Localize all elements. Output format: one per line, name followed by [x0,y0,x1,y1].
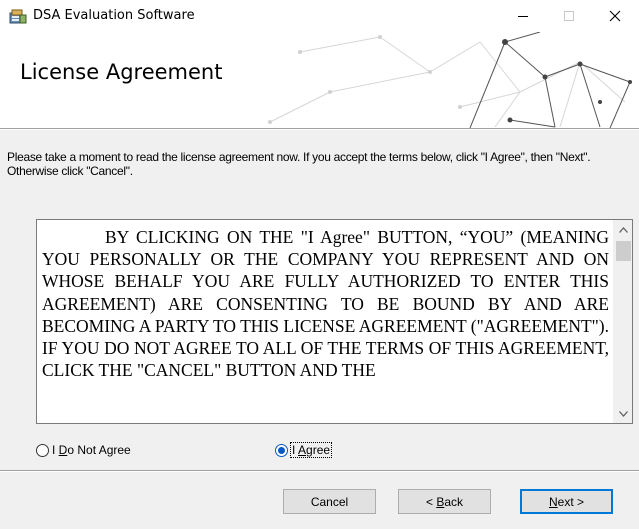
label-rest: gree [306,443,331,457]
chevron-down-icon [619,410,628,417]
chevron-up-icon [619,226,628,233]
label-rest: ack [444,494,464,509]
title-bar[interactable]: DSA Evaluation Software [0,0,639,32]
back-label: < Back [426,495,463,509]
footer-divider [0,470,639,472]
i-do-not-agree-radio[interactable]: I Do Not Agree [36,441,131,459]
radio-unselected-icon [36,443,49,457]
minimize-icon [518,16,528,17]
header-banner: License Agreement [0,32,639,128]
next-button[interactable]: Next > [520,489,613,514]
back-button[interactable]: < Back [398,489,491,514]
cancel-label: Cancel [310,494,349,509]
label-prefix: I [52,443,59,457]
label-rest: o Not Agree [67,443,131,457]
license-text: BY CLICKING ON THE "I Agree" BUTTON, “YO… [42,227,609,381]
scroll-thumb[interactable] [616,241,631,261]
label-rest: ext > [557,494,585,509]
page-title: License Agreement [20,60,223,84]
accelerator-key: N [548,494,558,509]
i-agree-radio[interactable]: I Agree [275,441,333,459]
banner-divider [0,128,639,130]
accelerator-key: A [298,443,307,457]
next-label: Next > [549,495,584,509]
window-title: DSA Evaluation Software [33,8,195,23]
maximize-icon [564,11,574,21]
label-prefix: < [425,494,437,509]
radio-dot [278,446,285,454]
maximize-button[interactable] [546,0,592,32]
close-icon [609,10,621,22]
scroll-down-button[interactable] [614,404,633,423]
installer-app-icon [9,9,27,24]
i-agree-label: I Agree [289,442,333,458]
license-scrollbar[interactable] [613,220,632,423]
radio-selected-icon [275,443,288,457]
close-button[interactable] [592,0,638,32]
cancel-button[interactable]: Cancel [283,489,376,514]
scroll-up-button[interactable] [614,220,633,239]
license-textbox[interactable]: BY CLICKING ON THE "I Agree" BUTTON, “YO… [36,219,633,424]
minimize-button[interactable] [500,0,546,32]
installer-window: DSA Evaluation Software License Agreemen… [0,0,639,529]
i-do-not-agree-label: I Do Not Agree [52,443,131,457]
instructions-text: Please take a moment to read the license… [7,150,591,178]
